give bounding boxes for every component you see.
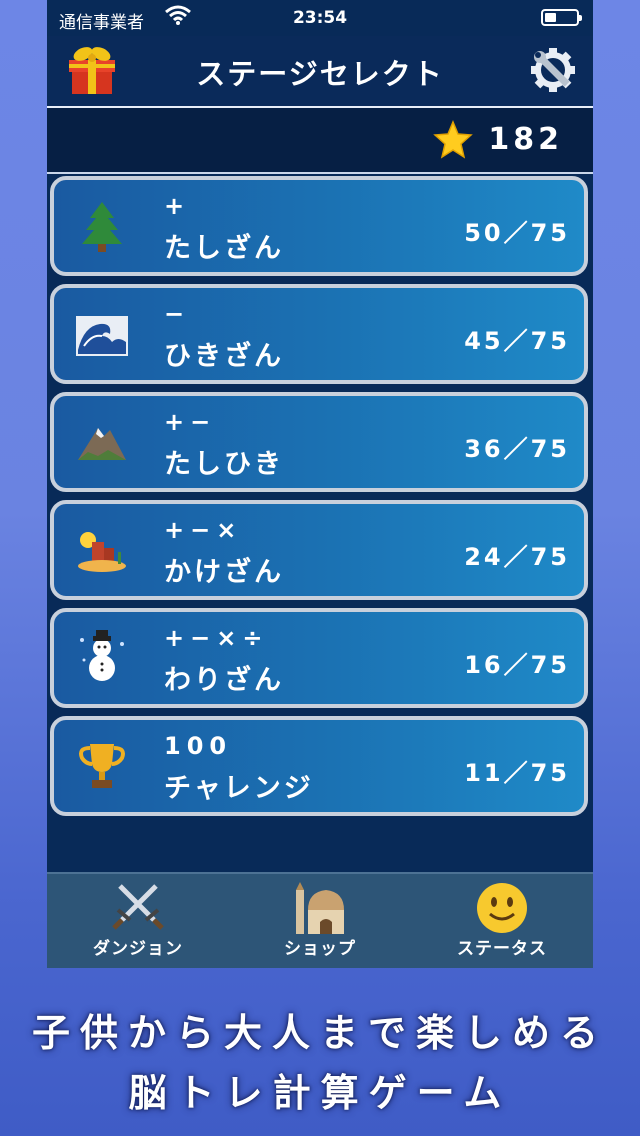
status-bar: 通信事業者 23:54 — [47, 0, 593, 36]
nav-bar: ステージセレクト — [47, 36, 593, 106]
stage-button-division[interactable]: +−×÷ わりざん 16／75 — [50, 608, 588, 708]
stage-progress: 11／75 — [464, 759, 570, 787]
score-bar: 182 — [47, 108, 593, 172]
clock: 23:54 — [292, 8, 348, 28]
tab-label: ステータス — [457, 939, 547, 959]
tab-label: ショップ — [284, 939, 356, 959]
page-title: ステージセレクト — [196, 57, 444, 91]
mosque-icon — [290, 880, 350, 934]
stage-button-addition[interactable]: + たしざん 50／75 — [50, 176, 588, 276]
stage-progress: 24／75 — [464, 543, 570, 571]
trophy-icon — [74, 738, 130, 794]
stage-progress: 36／75 — [464, 435, 570, 463]
stage-progress: 50／75 — [464, 219, 570, 247]
stage-button-multiplication[interactable]: +−× かけざん 24／75 — [50, 500, 588, 600]
tab-dungeon[interactable]: ダンジョン — [47, 874, 229, 968]
tab-bar: ダンジョン ショップ ステータス — [47, 872, 593, 968]
score-divider — [47, 172, 593, 174]
mountain-icon — [74, 414, 130, 470]
smiley-icon — [472, 880, 532, 934]
phone-screen: 通信事業者 23:54 ステージセレクト 182 + たしざん 50／75 − … — [47, 0, 593, 968]
stage-operators: +−×÷ — [164, 624, 269, 652]
stage-name: わりざん — [164, 665, 284, 696]
stage-operators: +− — [164, 408, 217, 436]
stage-operators: + — [164, 192, 191, 220]
promo-line-2: 脳トレ計算ゲーム — [128, 1071, 512, 1115]
stage-progress: 16／75 — [464, 651, 570, 679]
stage-progress: 45／75 — [464, 327, 570, 355]
stage-button-challenge[interactable]: 100 チャレンジ 11／75 — [50, 716, 588, 816]
battery-level — [545, 13, 556, 22]
tree-icon — [74, 198, 130, 254]
snowman-icon — [74, 630, 130, 686]
crossed-swords-icon — [108, 880, 168, 934]
stage-name: かけざん — [164, 557, 284, 588]
stage-button-subtraction[interactable]: − ひきざん 45／75 — [50, 284, 588, 384]
stage-name: たしざん — [164, 233, 284, 264]
stage-name: チャレンジ — [164, 773, 314, 804]
stage-name: たしひき — [164, 449, 284, 480]
star-icon — [433, 120, 473, 160]
tab-shop[interactable]: ショップ — [229, 874, 411, 968]
stage-button-add-sub[interactable]: +− たしひき 36／75 — [50, 392, 588, 492]
star-count: 182 — [488, 122, 563, 157]
tab-status[interactable]: ステータス — [411, 874, 593, 968]
promo-line-1: 子供から大人まで楽しめる — [31, 1011, 608, 1055]
desert-icon — [74, 522, 130, 578]
stage-operators: 100 — [164, 732, 233, 760]
stage-operators: +−× — [164, 516, 243, 544]
stage-name: ひきざん — [164, 341, 284, 372]
stage-operators: − — [164, 300, 191, 328]
tab-label: ダンジョン — [93, 939, 183, 959]
wave-icon — [74, 306, 130, 362]
gear-wrench-icon[interactable] — [527, 44, 579, 96]
battery-icon — [541, 9, 582, 26]
